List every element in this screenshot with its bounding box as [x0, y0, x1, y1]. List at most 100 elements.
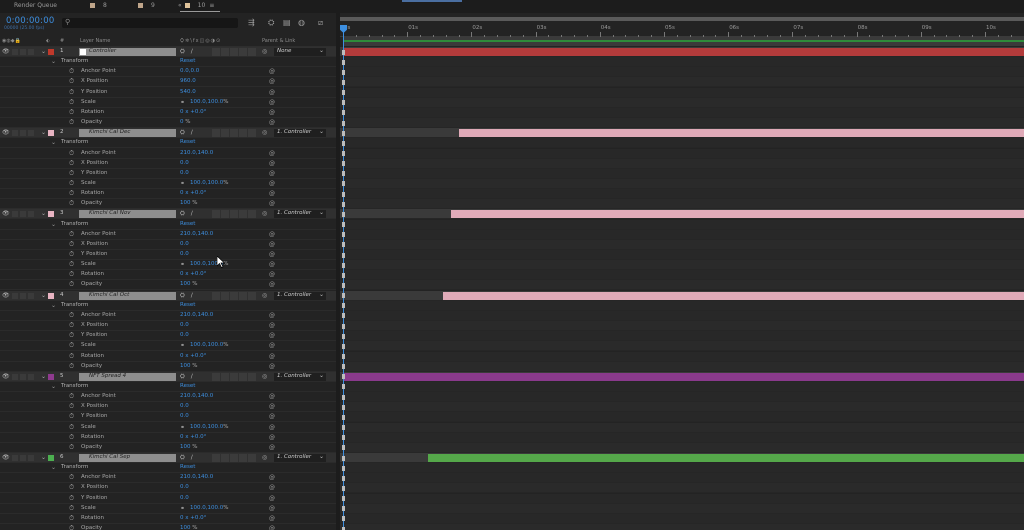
transform-reset-link[interactable]: Reset [180, 221, 195, 227]
layer-twirl-down-icon[interactable]: ⌄ [41, 129, 46, 136]
property-row-anchor[interactable]: ⏱ Anchor Point 210.0,140.0 @ [0, 473, 336, 484]
property-row-x[interactable]: ⏱ X Position 960.0 @ [0, 77, 336, 88]
property-value[interactable]: 210.0,140.0 [180, 231, 213, 237]
transform-reset-link[interactable]: Reset [180, 383, 195, 389]
property-row-x[interactable]: ⏱ X Position 0.0 @ [0, 402, 336, 413]
property-value[interactable]: 0.0 [180, 495, 189, 501]
expression-pickwhip-icon[interactable]: @ [269, 281, 275, 288]
property-row-anchor[interactable]: ⏱ Anchor Point 0.0,0.0 @ [0, 67, 336, 78]
constrain-proportions-link-icon[interactable]: ⚭ [180, 99, 185, 106]
property-row-rotation[interactable]: ⏱ Rotation 0 x +0.0° @ [0, 189, 336, 200]
stopwatch-icon[interactable]: ⏱ [69, 514, 74, 523]
transform-twirl-icon[interactable]: ⌄ [51, 464, 56, 471]
property-row-y[interactable]: ⏱ Y Position 0.0 @ [0, 250, 336, 260]
transform-twirl-icon[interactable]: ⌄ [51, 302, 56, 309]
expression-pickwhip-icon[interactable]: @ [269, 495, 275, 502]
layer-twirl-down-icon[interactable]: ⌄ [41, 292, 46, 299]
constrain-proportions-link-icon[interactable]: ⚭ [180, 180, 185, 187]
expression-pickwhip-icon[interactable]: @ [269, 68, 275, 75]
layer-label-color[interactable] [48, 130, 54, 137]
stopwatch-icon[interactable]: ⏱ [69, 504, 74, 513]
property-row-x[interactable]: ⏱ X Position 0.0 @ [0, 159, 336, 169]
layer-switch-icons[interactable]: ⛭ ∕ [180, 129, 195, 137]
property-row-opacity[interactable]: ⏱ Opacity 100 % @ [0, 524, 336, 530]
layer-row[interactable]: 👁 ⌄ 3 Kimchi Cal Nov ⛭ ∕ ◎ 1. Controller… [0, 209, 336, 220]
pick-whip-icon[interactable]: ◎ [262, 129, 267, 136]
parent-link-dropdown[interactable]: 1. Controller ⌄ [274, 372, 326, 381]
property-value[interactable]: 0 x +0.0° [180, 353, 206, 359]
property-row-scale[interactable]: ⏱ Scale ⚭ 100.0,100.0% @ [0, 504, 336, 514]
pick-whip-icon[interactable]: ◎ [262, 210, 267, 217]
expression-pickwhip-icon[interactable]: @ [269, 484, 275, 491]
stopwatch-icon[interactable]: ⏱ [69, 189, 74, 198]
property-row-opacity[interactable]: ⏱ Opacity 100 % @ [0, 199, 336, 210]
property-row-y[interactable]: ⏱ Y Position 0.0 @ [0, 169, 336, 179]
property-row-anchor[interactable]: ⏱ Anchor Point 210.0,140.0 @ [0, 311, 336, 321]
expression-pickwhip-icon[interactable]: @ [269, 403, 275, 410]
stopwatch-icon[interactable]: ⏱ [69, 392, 74, 401]
expression-pickwhip-icon[interactable]: @ [269, 393, 275, 400]
transform-twirl-icon[interactable]: ⌄ [51, 383, 56, 390]
pick-whip-icon[interactable]: ◎ [262, 454, 267, 461]
layer-row[interactable]: 👁 ⌄ 6 Kimchi Cal Sep ⛭ ∕ ◎ 1. Controller… [0, 453, 336, 463]
lock-toggle[interactable] [28, 455, 34, 461]
expression-pickwhip-icon[interactable]: @ [269, 413, 275, 420]
timeline-layer-track[interactable] [340, 209, 1024, 220]
layer-twirl-down-icon[interactable]: ⌄ [41, 454, 46, 461]
property-value[interactable]: 0.0 [180, 332, 189, 338]
expression-pickwhip-icon[interactable]: @ [269, 505, 275, 512]
tab-menu-icon[interactable]: ≡ [209, 2, 214, 9]
expression-pickwhip-icon[interactable]: @ [269, 190, 275, 197]
stopwatch-icon[interactable]: ⏱ [69, 118, 74, 127]
pick-whip-icon[interactable]: ◎ [262, 373, 267, 380]
time-navigator-range[interactable] [340, 17, 1024, 21]
property-row-rotation[interactable]: ⏱ Rotation 0 x +0.0° @ [0, 352, 336, 362]
tab-comp-8[interactable]: 8 [90, 2, 107, 9]
audio-toggle[interactable] [12, 211, 18, 218]
timeline-layer-track[interactable] [340, 47, 1024, 57]
property-value[interactable]: 0.0 [180, 160, 189, 166]
transform-reset-link[interactable]: Reset [180, 302, 195, 308]
lock-toggle[interactable] [28, 373, 34, 380]
solo-toggle[interactable] [20, 130, 26, 137]
visibility-eye-icon[interactable]: 👁 [2, 210, 10, 217]
layer-duration-bar[interactable] [343, 372, 1024, 381]
expression-pickwhip-icon[interactable]: @ [269, 99, 275, 106]
tab-comp-9[interactable]: 9 [138, 2, 155, 9]
property-value[interactable]: 0 x +0.0° [180, 271, 206, 277]
stopwatch-icon[interactable]: ⏱ [69, 311, 74, 320]
timeline-layer-track[interactable] [340, 290, 1024, 301]
stopwatch-icon[interactable]: ⏱ [69, 473, 74, 482]
transform-twirl-icon[interactable]: ⌄ [51, 221, 56, 228]
expression-pickwhip-icon[interactable]: @ [269, 231, 275, 238]
audio-toggle[interactable] [12, 455, 18, 461]
expression-pickwhip-icon[interactable]: @ [269, 312, 275, 319]
property-value[interactable]: 100 % [180, 444, 197, 450]
transform-reset-link[interactable]: Reset [180, 58, 195, 64]
property-row-y[interactable]: ⏱ Y Position 0.0 @ [0, 412, 336, 423]
audio-toggle[interactable] [12, 130, 18, 137]
lock-toggle[interactable] [28, 49, 34, 55]
expression-pickwhip-icon[interactable]: @ [269, 271, 275, 278]
stopwatch-icon[interactable]: ⏱ [69, 240, 74, 249]
parent-link-dropdown[interactable]: 1. Controller ⌄ [274, 128, 326, 138]
layer-label-color[interactable] [48, 49, 54, 55]
stopwatch-icon[interactable]: ⏱ [69, 352, 74, 361]
constrain-proportions-link-icon[interactable]: ⚭ [180, 424, 185, 431]
expression-pickwhip-icon[interactable]: @ [269, 515, 275, 522]
property-value[interactable]: 0 x +0.0° [180, 190, 206, 196]
layer-label-color[interactable] [48, 211, 54, 218]
transform-group-row[interactable]: ⌄ Transform Reset [0, 57, 336, 68]
constrain-proportions-link-icon[interactable]: ⚭ [180, 342, 185, 349]
layer-switch-icons[interactable]: ⛭ ∕ [180, 48, 195, 56]
stopwatch-icon[interactable]: ⏱ [69, 250, 74, 259]
stopwatch-icon[interactable]: ⏱ [69, 98, 74, 107]
time-navigator[interactable] [340, 17, 1024, 21]
property-row-rotation[interactable]: ⏱ Rotation 0 x +0.0° @ [0, 270, 336, 281]
property-row-scale[interactable]: ⏱ Scale ⚭ 100.0,100.0% @ [0, 341, 336, 352]
pick-whip-icon[interactable]: ◎ [262, 292, 267, 299]
property-row-y[interactable]: ⏱ Y Position 0.0 @ [0, 331, 336, 342]
constrain-proportions-link-icon[interactable]: ⚭ [180, 261, 185, 268]
layer-switch-icons[interactable]: ⛭ ∕ [180, 210, 195, 218]
property-value[interactable]: 100.0,100.0% [190, 505, 228, 511]
